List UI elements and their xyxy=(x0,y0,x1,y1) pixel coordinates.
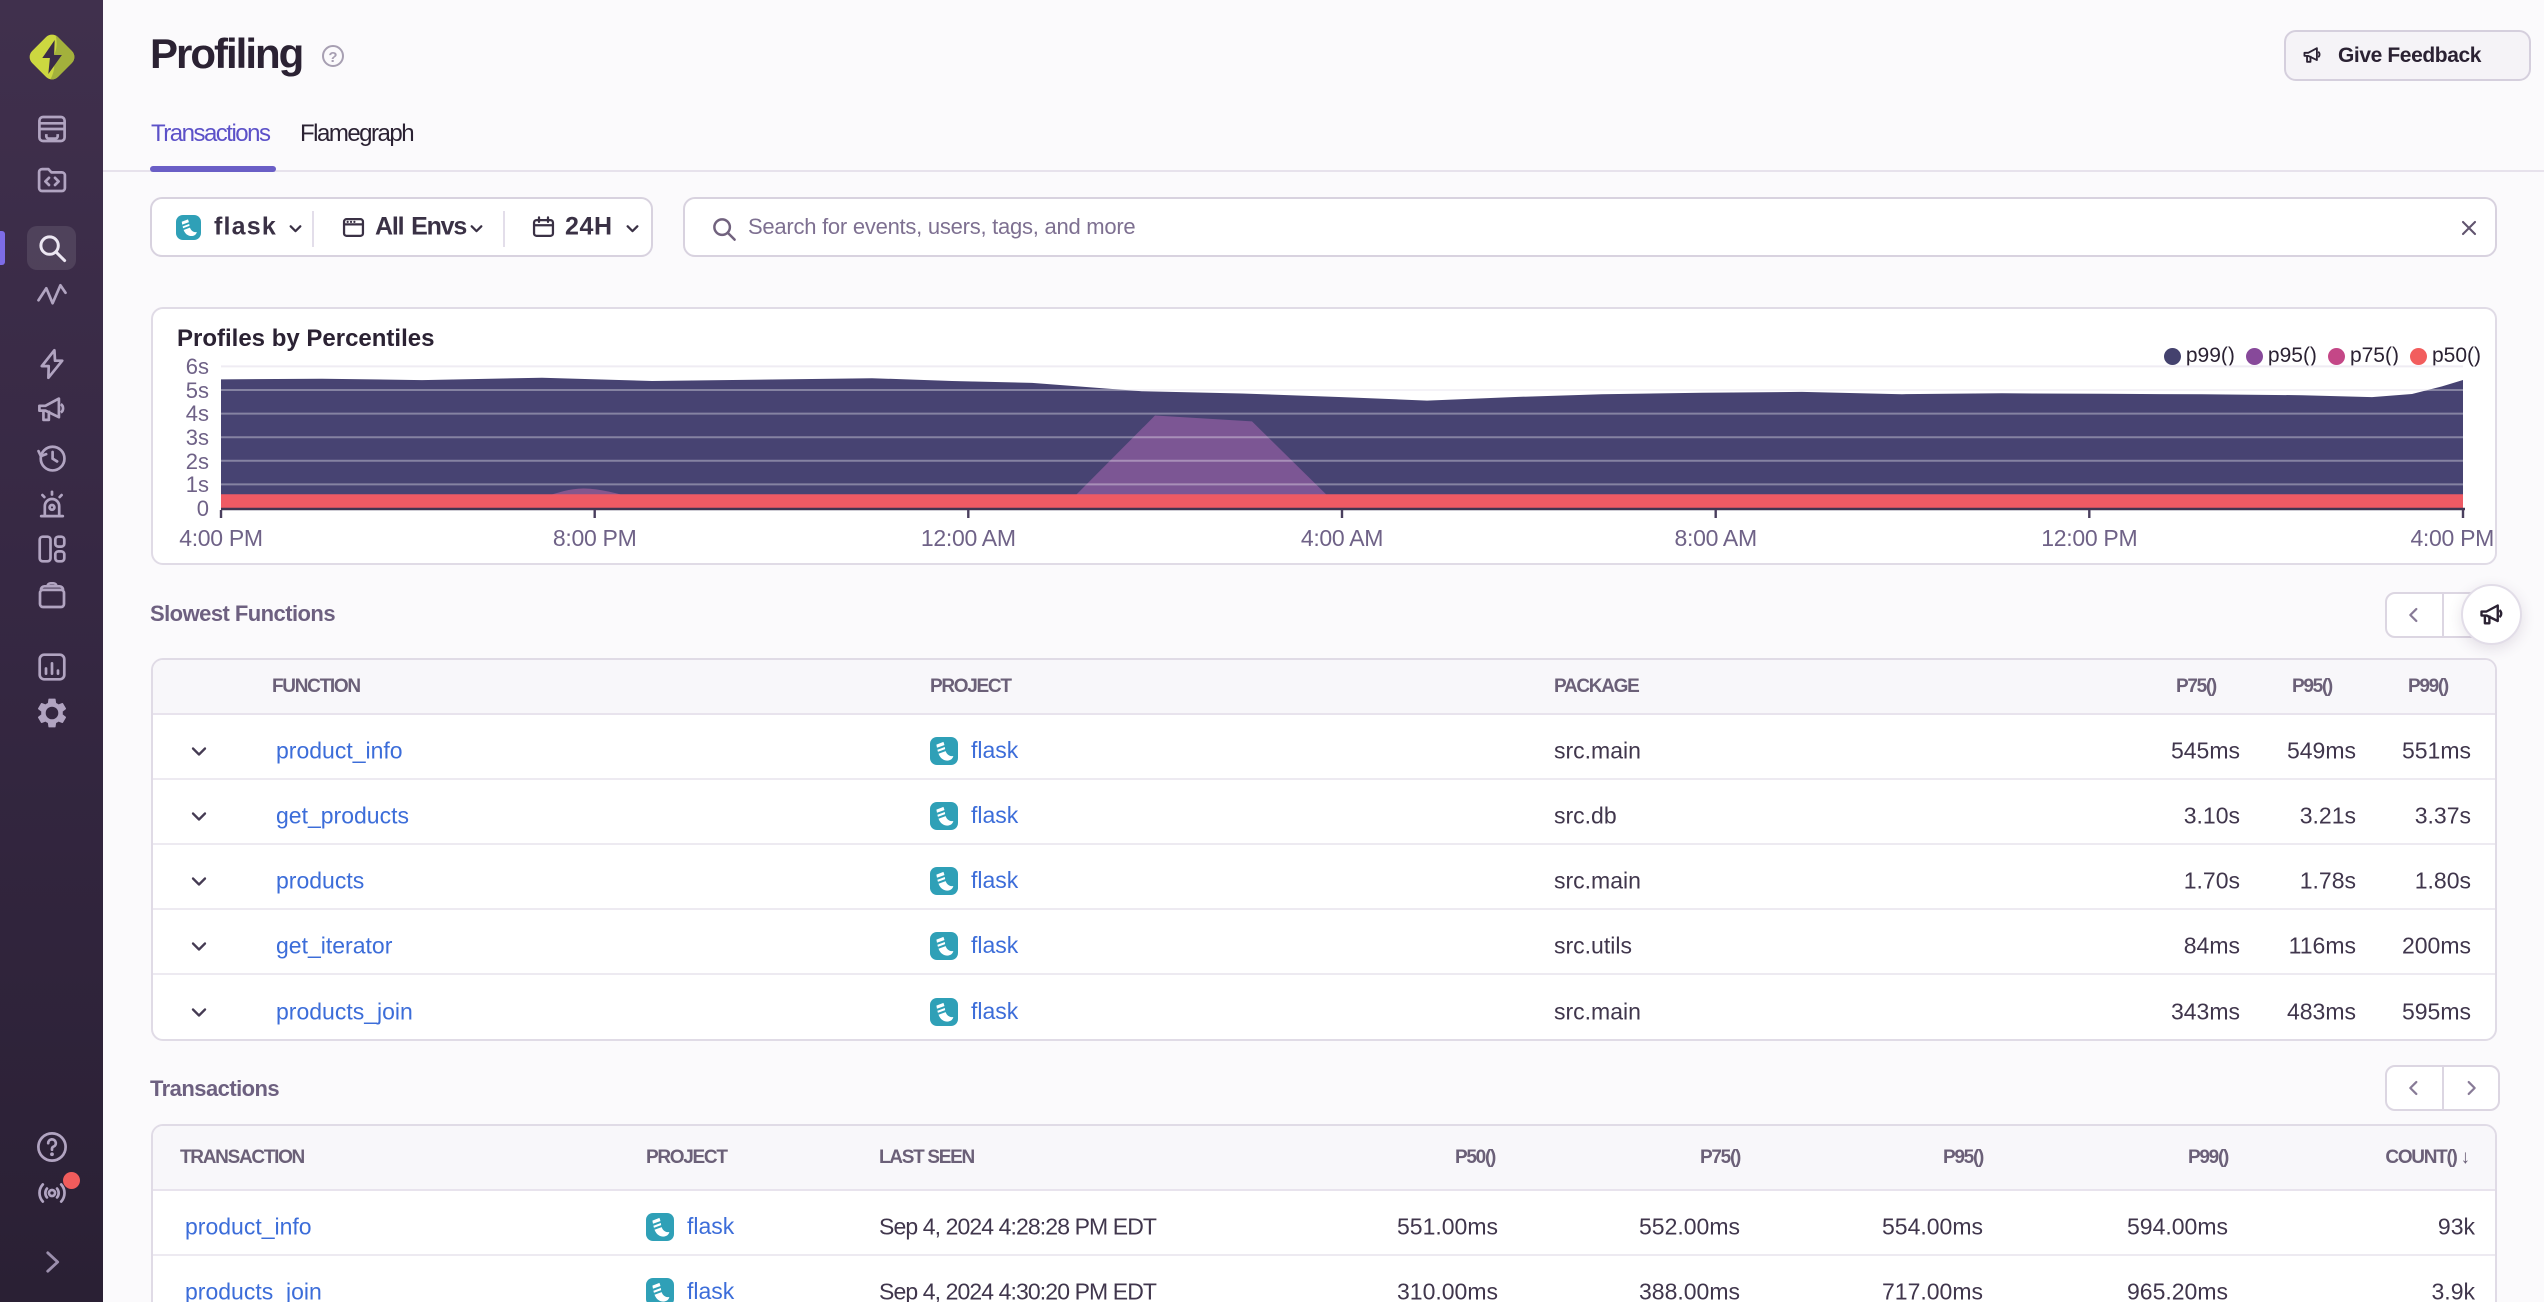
svg-text:12:00 PM: 12:00 PM xyxy=(2041,525,2137,551)
svg-text:2s: 2s xyxy=(186,449,209,474)
svg-text:4:00 PM: 4:00 PM xyxy=(2410,525,2494,551)
svg-text:3s: 3s xyxy=(186,425,209,450)
svg-text:8:00 PM: 8:00 PM xyxy=(553,525,637,551)
svg-text:5s: 5s xyxy=(186,378,209,403)
svg-text:4:00 PM: 4:00 PM xyxy=(179,525,263,551)
svg-text:4s: 4s xyxy=(186,401,209,426)
svg-text:8:00 AM: 8:00 AM xyxy=(1675,525,1757,551)
svg-text:6s: 6s xyxy=(186,354,209,379)
svg-text:1s: 1s xyxy=(186,472,209,497)
svg-text:12:00 AM: 12:00 AM xyxy=(921,525,1016,551)
svg-text:0: 0 xyxy=(197,496,209,521)
svg-text:4:00 AM: 4:00 AM xyxy=(1301,525,1383,551)
